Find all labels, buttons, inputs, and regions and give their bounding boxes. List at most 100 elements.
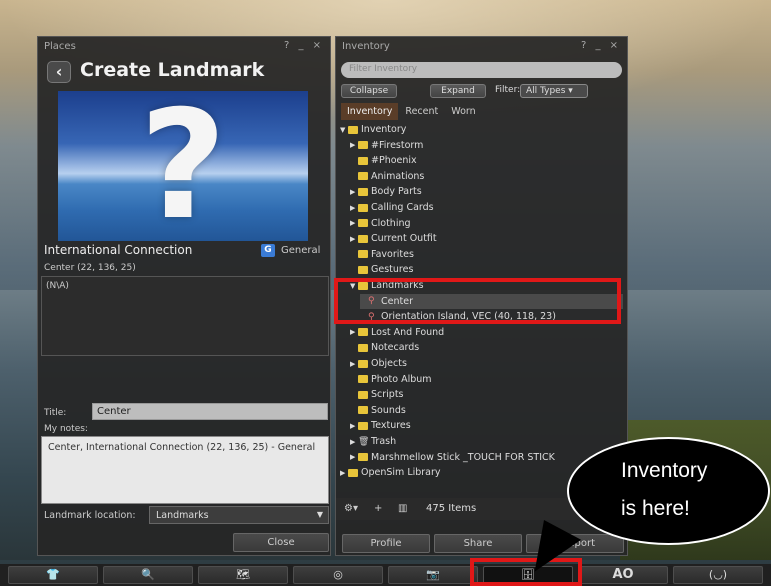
close-button[interactable]: Close	[233, 533, 329, 552]
folder-icon	[358, 343, 368, 352]
gesture-icon[interactable]: (◡)	[673, 566, 763, 584]
type-filter-select[interactable]: All Types ▾	[520, 84, 588, 98]
collapse-arrow-icon[interactable]: ▶	[350, 360, 358, 368]
folder-item[interactable]: ▶ Body Parts	[350, 184, 623, 199]
tree-item-label: Photo Album	[371, 373, 432, 385]
search-icon[interactable]: 🔍	[103, 566, 193, 584]
tree-item-label: OpenSim Library	[361, 467, 441, 479]
chevron-down-icon: ▾	[568, 86, 573, 96]
folder-item[interactable]: ▶ Clothing	[350, 216, 623, 231]
landmark-location-value: Landmarks	[156, 510, 209, 521]
folder-item[interactable]: Photo Album	[350, 372, 623, 387]
rating-badge: G	[261, 244, 275, 257]
ao-button[interactable]: AO	[578, 566, 668, 584]
folder-icon	[358, 390, 368, 399]
tree-item-label: Textures	[371, 420, 411, 432]
collapse-arrow-icon[interactable]: ▶	[350, 422, 358, 430]
profile-button[interactable]: Profile	[342, 534, 430, 553]
folder-icon	[358, 187, 368, 196]
shirt-icon[interactable]: 👕	[8, 566, 98, 584]
folder-item[interactable]: ▶ #Firestorm	[350, 138, 623, 153]
tree-item-label: Body Parts	[371, 186, 422, 198]
folder-icon	[358, 203, 368, 212]
folder-icon	[358, 234, 368, 243]
question-mark-icon: ?	[139, 91, 227, 241]
tree-item-label: Scripts	[371, 389, 404, 401]
filter-input[interactable]: Filter Inventory	[341, 62, 622, 78]
notes-label: My notes:	[44, 424, 88, 434]
inventory-window-controls[interactable]: ? _ ×	[581, 40, 621, 51]
tree-item-label: Notecards	[371, 342, 420, 354]
folder-icon	[358, 421, 368, 430]
back-button[interactable]: ‹	[47, 61, 71, 83]
folder-icon	[358, 265, 368, 274]
folder-icon	[348, 468, 358, 477]
places-window-controls[interactable]: ? _ ×	[284, 40, 324, 51]
rating-label: General	[281, 245, 321, 256]
folder-item[interactable]: ▶ Textures	[350, 418, 623, 433]
folder-item[interactable]: ▶ Lost And Found	[350, 325, 623, 340]
add-icon[interactable]: +	[374, 503, 382, 514]
collapse-arrow-icon[interactable]: ▶	[350, 453, 358, 461]
folder-item[interactable]: ▶ Current Outfit	[350, 231, 623, 246]
folder-icon	[358, 156, 368, 165]
folder-item[interactable]: ▶ Objects	[350, 356, 623, 371]
tab-worn[interactable]: Worn	[445, 103, 481, 120]
page-title: Create Landmark	[80, 59, 265, 81]
trash-icon: 🗑	[358, 436, 370, 447]
folder-item[interactable]: Scripts	[350, 387, 623, 402]
tree-item-label: Calling Cards	[371, 202, 434, 213]
collapse-arrow-icon[interactable]: ▶	[350, 438, 358, 446]
camera-icon[interactable]: 📷	[388, 566, 478, 584]
collapse-button[interactable]: Collapse	[341, 84, 397, 98]
tree-item-label: Current Outfit	[371, 233, 437, 245]
gear-icon[interactable]: ⚙▾	[344, 503, 358, 514]
description-box: (N\A)	[41, 276, 329, 356]
folder-item[interactable]: Gestures	[350, 262, 623, 277]
tree-item-label: #Phoenix	[371, 155, 417, 167]
collapse-arrow-icon[interactable]: ▶	[350, 328, 358, 336]
callout-line-1: Inventory	[621, 459, 708, 482]
folder-icon	[358, 375, 368, 384]
radar-icon[interactable]: ◎	[293, 566, 383, 584]
tree-item-label: Clothing	[371, 217, 411, 229]
folder-item[interactable]: Notecards	[350, 340, 623, 355]
tab-recent[interactable]: Recent	[399, 103, 444, 120]
notes-field[interactable]: Center, International Connection (22, 13…	[41, 436, 329, 504]
landmark-snapshot[interactable]: ?	[58, 91, 308, 241]
expand-button[interactable]: Expand	[430, 84, 486, 98]
collapse-arrow-icon[interactable]: ▶	[350, 219, 358, 227]
folder-item[interactable]: ▶ Calling Cards	[350, 200, 623, 215]
collapse-arrow-icon[interactable]: ▶	[350, 204, 358, 212]
trash-icon[interactable]: ▥	[398, 503, 407, 514]
collapse-arrow-icon[interactable]: ▶	[350, 141, 358, 149]
tree-item-label: Trash	[371, 436, 397, 447]
folder-item[interactable]: ▼ Inventory	[340, 122, 623, 137]
tree-item-label: #Firestorm	[371, 139, 424, 151]
folder-item[interactable]: Animations	[350, 169, 623, 184]
folder-item[interactable]: ▶ 🗑 Trash	[350, 434, 623, 449]
callout-bubble: Inventory is here!	[567, 437, 770, 545]
folder-item[interactable]: #Phoenix	[350, 153, 623, 168]
tree-item-label: Gestures	[371, 264, 414, 276]
tab-inventory[interactable]: Inventory	[341, 103, 399, 120]
collapse-arrow-icon[interactable]: ▶	[350, 235, 358, 243]
map-icon[interactable]: 🗺	[198, 566, 288, 584]
landmark-location-label: Landmark location:	[44, 510, 136, 521]
folder-icon	[358, 141, 368, 150]
collapse-arrow-icon[interactable]: ▶	[350, 188, 358, 196]
tree-item-label: Animations	[371, 170, 425, 182]
title-field[interactable]: Center	[92, 403, 328, 420]
landmark-location-select[interactable]: Landmarks ▼	[149, 506, 329, 524]
expand-arrow-icon[interactable]: ▼	[340, 126, 348, 134]
collapse-arrow-icon[interactable]: ▶	[340, 469, 348, 477]
share-button[interactable]: Share	[434, 534, 522, 553]
tree-item-label: Lost And Found	[371, 326, 445, 338]
filter-label: Filter:	[495, 85, 521, 95]
type-filter-value: All Types	[526, 86, 566, 96]
tree-item-label: Marshmellow Stick _TOUCH FOR STICK	[371, 451, 555, 463]
folder-icon	[358, 453, 368, 462]
parcel-name: International Connection	[44, 243, 193, 257]
folder-item[interactable]: Sounds	[350, 403, 623, 418]
folder-item[interactable]: Favorites	[350, 247, 623, 262]
